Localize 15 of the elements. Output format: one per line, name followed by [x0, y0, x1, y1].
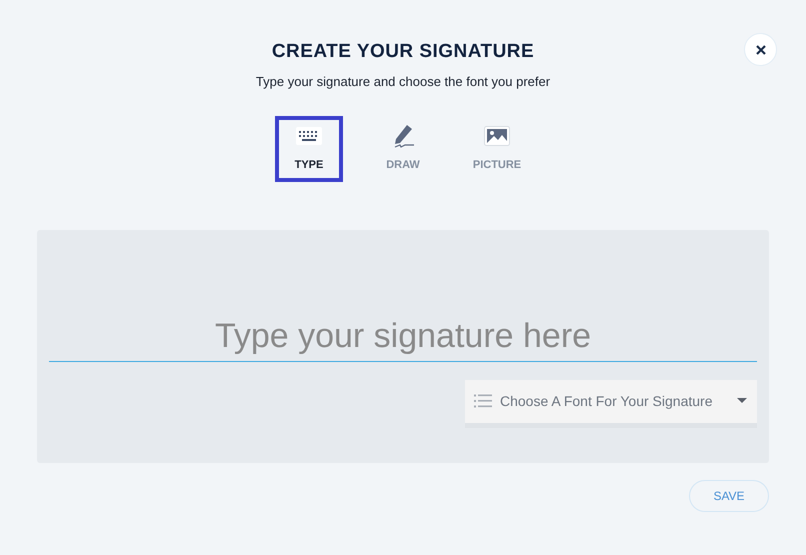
mode-tab[interactable]: DRAW	[369, 116, 437, 182]
close-button[interactable]	[744, 33, 777, 66]
mode-tab[interactable]: TYPE	[275, 116, 343, 182]
close-icon	[756, 44, 766, 54]
image-icon	[484, 126, 510, 146]
caret-icon	[737, 398, 747, 404]
font-dropdown[interactable]: Choose A Font For Your Signature	[465, 380, 757, 428]
keyboard-icon	[296, 127, 322, 146]
dropdown-label: Choose A Font For Your Signature	[500, 392, 712, 411]
signature-input[interactable]: Type your signature here	[49, 312, 757, 362]
dialog-title: CREATE YOUR SIGNATURE	[272, 40, 534, 64]
list-icon	[474, 394, 492, 408]
dialog-subtitle: Type your signature and choose the font you prefer	[256, 73, 550, 91]
mode-tab[interactable]: PICTURE	[463, 116, 531, 182]
save-button[interactable]: SAVE	[689, 480, 769, 512]
